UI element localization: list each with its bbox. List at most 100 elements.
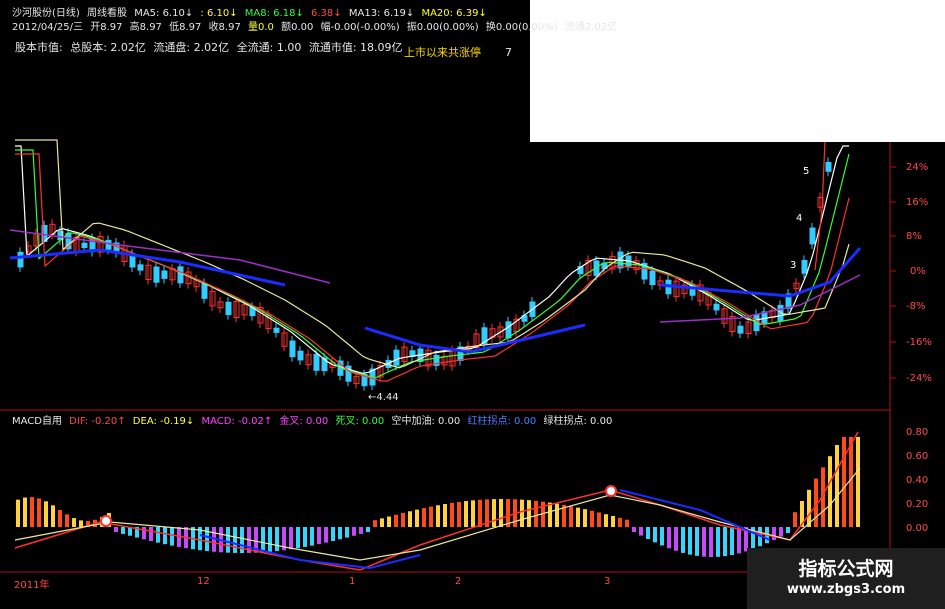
macd-bar (51, 505, 55, 527)
ma13-value: MA13: 6.19↓ (348, 8, 415, 19)
header-bar: 沙河股份(日线) 周线看股 MA5: 6.10↓ : 6.10↓ MA8: 6.… (12, 8, 491, 20)
macd-header: MACD自用 DIF: -0.20↑ DEA: -0.19↓ MACD: -0.… (12, 416, 616, 428)
candle-body (505, 321, 512, 339)
candle-body (289, 340, 296, 358)
macd-bar (156, 527, 160, 543)
wave-label: 5 (803, 166, 810, 177)
candle-body (713, 303, 720, 311)
macd-bar (779, 527, 783, 537)
macd-bar (359, 527, 363, 534)
macd-bar (422, 508, 426, 527)
macd-bar (828, 456, 832, 527)
macd-name[interactable]: MACD自用 (12, 416, 62, 427)
time-axis-label: 2011年 (14, 580, 50, 591)
low-value: 低8.97 (169, 22, 202, 33)
macd-bar (44, 501, 48, 527)
macd-bar (674, 527, 678, 551)
macd-bar (373, 520, 377, 527)
macd-bar (646, 527, 650, 540)
macd-bar (79, 520, 83, 527)
time-axis-label: 1 (349, 576, 356, 587)
price-axis-label: 16% (906, 197, 929, 208)
macd-bar (464, 501, 468, 527)
red-turn: 红柱拐点: 0.00 (467, 416, 537, 427)
candle-body (273, 327, 280, 333)
macd-bar (436, 505, 440, 527)
ma-line (15, 139, 850, 369)
candle-body (737, 325, 744, 334)
macd-bar (632, 527, 636, 533)
candle-body (649, 270, 656, 286)
candle-body (177, 266, 184, 284)
volume-value: 量0.0 (248, 22, 274, 33)
macd-bar (555, 503, 559, 527)
candle-body (809, 227, 816, 245)
macd-bar (702, 527, 706, 557)
float-market-value: 流通市值: 18.09亿 (308, 41, 403, 54)
time-axis-label: 12 (197, 576, 210, 587)
wave-label: 3 (790, 260, 797, 271)
macd-axis-label: 0.80 (906, 427, 929, 438)
cap-label: 股本市值: (15, 41, 63, 54)
watermark-title: 指标公式网 (798, 558, 894, 580)
price-axis-label: -8% (906, 301, 926, 312)
candle-body (105, 239, 112, 250)
macd-bar (842, 437, 846, 527)
macd-bar (569, 506, 573, 527)
green-turn: 绿柱拐点: 0.00 (543, 416, 613, 427)
macd-bar (534, 500, 538, 527)
macd-bar (114, 527, 118, 533)
time-axis-label: 2 (455, 576, 462, 587)
price-info-bar: 2012/04/25/三 开8.97 高8.97 低8.97 收8.97 量0.… (12, 22, 621, 34)
macd-bar (170, 527, 174, 546)
macd-bar (625, 519, 629, 527)
macd-bar (429, 506, 433, 527)
view-mode[interactable]: 周线看股 (87, 8, 127, 19)
macd-bar (289, 527, 293, 550)
stock-title[interactable]: 沙河股份(日线) (12, 8, 80, 19)
candle-body (393, 349, 400, 366)
macd-bar (331, 527, 335, 541)
macd-bar (730, 527, 734, 556)
amount-value: 额0.00 (281, 22, 314, 33)
candle-body (137, 264, 144, 271)
moving-average-lines (9, 139, 862, 382)
macd-bar (233, 527, 237, 553)
limit-up-count: 上市以来共涨停 7 (404, 44, 512, 60)
macd-bar (695, 527, 699, 556)
macd-bar (527, 500, 531, 527)
dif-value: DIF: -0.20↑ (69, 416, 126, 427)
total-shares: 总股本: 2.02亿 (70, 41, 146, 54)
macd-bar (639, 527, 643, 536)
macd-bar (163, 527, 167, 545)
macd-bar (338, 527, 342, 540)
turnover-value: 换0.00(0.00%) (485, 22, 558, 33)
candle-body (801, 260, 808, 274)
limit-count: 7 (505, 46, 512, 59)
macd-bar (415, 509, 419, 527)
float-shares: 流通盘: 2.02亿 (153, 41, 230, 54)
macd-value: MACD: -0.02↑ (201, 416, 273, 427)
macd-bar (352, 527, 356, 536)
macd-bar (366, 527, 370, 533)
ma20-value: MA20: 6.39↓ (421, 8, 487, 19)
macd-axis-label: 0.00 (906, 523, 929, 534)
open-value: 开8.97 (90, 22, 123, 33)
candle-body (313, 353, 320, 371)
macd-bar (576, 507, 580, 527)
macd-bar (30, 497, 34, 527)
macd-bar (303, 527, 307, 547)
macd-axis-label: 0.60 (906, 451, 929, 462)
watermark-url: www.zbgs3.com (786, 582, 906, 597)
ma-line (15, 145, 849, 375)
macd-bar (457, 501, 461, 527)
capital-bar: 股本市值: 总股本: 2.02亿 流通盘: 2.02亿 全流通: 1.00 流通… (15, 42, 407, 54)
macd-bar (345, 527, 349, 538)
macd-bar (835, 445, 839, 527)
macd-bar (121, 527, 125, 534)
macd-bar (849, 437, 853, 527)
dea-value: DEA: -0.19↓ (132, 416, 195, 427)
macd-bar (23, 497, 27, 527)
macd-bar (597, 512, 601, 527)
macd-bar (65, 514, 69, 527)
